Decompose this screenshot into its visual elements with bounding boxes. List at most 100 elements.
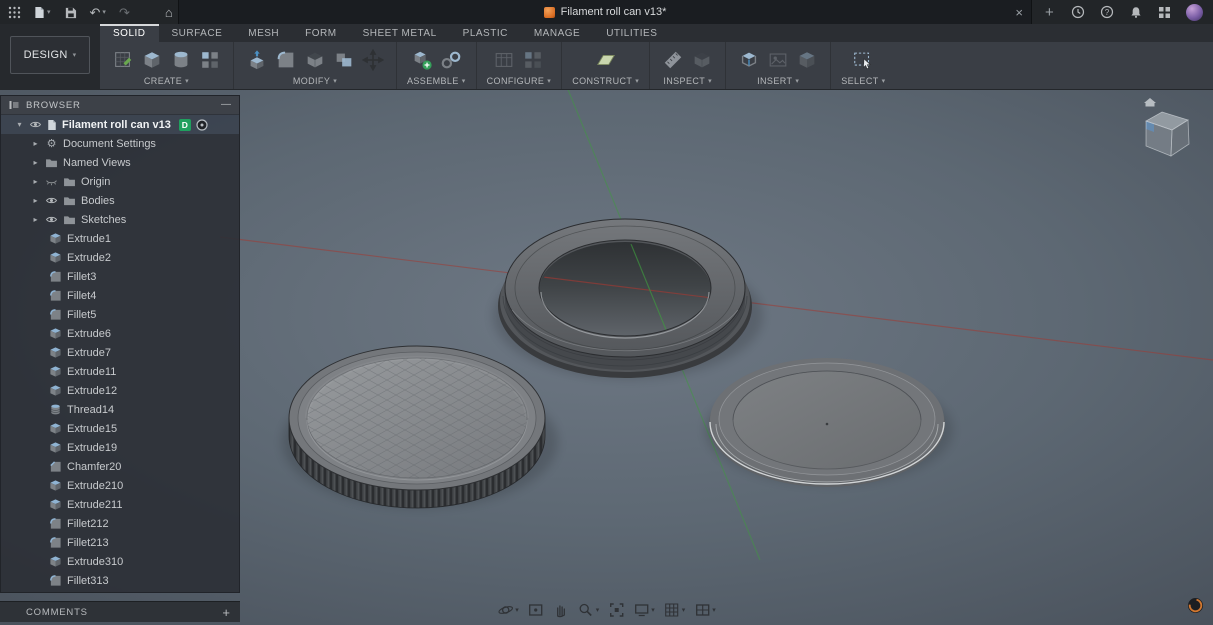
tree-item-sketches[interactable]: ▸ Sketches [1,210,239,229]
display-settings-tool[interactable]: ▾ [633,602,655,618]
modify-menu[interactable]: MODIFY▾ [293,76,337,86]
feature-row[interactable]: Fillet3 [1,267,239,286]
caret-right-icon[interactable]: ▸ [31,177,40,186]
combine-tool-icon[interactable] [331,47,357,73]
tab-sheet-metal[interactable]: SHEET METAL [350,24,450,42]
feature-row[interactable]: Fillet4 [1,286,239,305]
tab-surface[interactable]: SURFACE [159,24,236,42]
tab-manage[interactable]: MANAGE [521,24,593,42]
home-icon[interactable]: ⌂ [165,6,173,19]
extensions-grid-icon[interactable] [1158,6,1171,19]
tab-mesh[interactable]: MESH [235,24,292,42]
inspect-menu[interactable]: INSPECT▾ [663,76,712,86]
move-copy-icon[interactable] [360,47,386,73]
new-component-icon[interactable] [409,47,435,73]
caret-down-icon[interactable]: ▾ [15,120,24,129]
feature-row[interactable]: Extrude210 [1,476,239,495]
feature-row[interactable]: Chamfer20 [1,457,239,476]
orbit-tool[interactable]: ▾ [497,602,519,618]
insert-mesh-icon[interactable] [794,47,820,73]
tree-item-origin[interactable]: ▸ Origin [1,172,239,191]
comments-bar[interactable]: COMMENTS + [0,601,240,622]
press-pull-icon[interactable] [244,47,270,73]
caret-right-icon[interactable]: ▸ [31,139,40,148]
caret-right-icon[interactable]: ▸ [31,215,40,224]
help-icon[interactable]: ? [1100,5,1114,19]
minimize-panel-icon[interactable]: — [221,100,231,110]
tree-item-document-settings[interactable]: ▸ ⚙ Document Settings [1,134,239,153]
root-component-row[interactable]: ▾ Filament roll can v13 D [1,115,239,134]
close-tab-icon[interactable]: × [1015,0,1023,24]
select-tool-icon[interactable] [850,47,876,73]
file-menu-icon[interactable]: ▾ [34,6,51,19]
fillet-tool-icon[interactable] [273,47,299,73]
configuration-table-icon[interactable] [491,47,517,73]
feature-row[interactable]: Extrude6 [1,324,239,343]
pattern-tool-icon[interactable] [197,47,223,73]
feature-row[interactable]: Extrude11 [1,362,239,381]
undo-icon[interactable]: ↶ ▾ [90,6,106,19]
document-tab[interactable]: Filament roll can v13* × [178,0,1032,24]
decal-tool-icon[interactable] [765,47,791,73]
measure-tool-icon[interactable] [660,47,686,73]
feature-row[interactable]: Extrude2 [1,248,239,267]
create-menu[interactable]: CREATE▾ [144,76,189,86]
extrude-tool-icon[interactable] [139,47,165,73]
tab-plastic[interactable]: PLASTIC [450,24,521,42]
feature-row[interactable]: Extrude1 [1,229,239,248]
new-sketch-icon[interactable] [110,47,136,73]
look-at-tool[interactable] [528,602,544,618]
caret-right-icon[interactable]: ▸ [31,196,40,205]
revolve-tool-icon[interactable] [168,47,194,73]
visibility-eye-icon[interactable] [45,196,58,205]
visibility-eye-icon[interactable] [29,120,42,129]
section-analysis-icon[interactable] [689,47,715,73]
job-status-indicator[interactable] [1187,597,1204,619]
feature-row[interactable]: Fillet313 [1,571,239,590]
feature-row[interactable]: Fillet212 [1,514,239,533]
feature-row[interactable]: Extrude310 [1,552,239,571]
feature-row[interactable]: Extrude15 [1,419,239,438]
joint-tool-icon[interactable] [438,47,464,73]
configure-menu[interactable]: CONFIGURE▾ [487,76,552,86]
tab-form[interactable]: FORM [292,24,349,42]
user-avatar[interactable] [1186,4,1203,21]
add-comment-button[interactable]: + [222,605,230,620]
visibility-eye-off-icon[interactable] [45,177,58,186]
insert-derive-icon[interactable] [736,47,762,73]
notifications-bell-icon[interactable] [1129,5,1143,19]
dock-panel-icon[interactable] [9,100,19,110]
construction-plane-icon[interactable] [593,47,619,73]
feature-row[interactable]: Extrude211 [1,495,239,514]
caret-right-icon[interactable]: ▸ [31,158,40,167]
tree-item-bodies[interactable]: ▸ Bodies [1,191,239,210]
feature-row[interactable]: Extrude7 [1,343,239,362]
new-tab-icon[interactable]: + [1045,0,1054,24]
select-menu[interactable]: SELECT▾ [841,76,885,86]
assemble-menu[interactable]: ASSEMBLE▾ [407,76,466,86]
feature-row[interactable]: Fillet213 [1,533,239,552]
shell-tool-icon[interactable] [302,47,328,73]
grid-snaps-tool[interactable]: ▾ [664,602,686,618]
feature-row[interactable]: Extrude12 [1,381,239,400]
insert-menu[interactable]: INSERT▾ [757,76,799,86]
redo-icon[interactable]: ↷ [119,6,130,19]
feature-row[interactable]: Extrude19 [1,438,239,457]
tab-utilities[interactable]: UTILITIES [593,24,670,42]
app-grid-icon[interactable] [8,6,21,19]
configuration-theme-icon[interactable] [520,47,546,73]
workspace-switcher-button[interactable]: DESIGN ▾ [10,36,90,74]
browser-header[interactable]: BROWSER — [1,96,239,114]
save-icon[interactable] [64,6,77,19]
viewports-tool[interactable]: ▾ [694,602,716,618]
feature-row[interactable]: Fillet5 [1,305,239,324]
tab-solid[interactable]: SOLID [100,24,159,42]
zoom-tool[interactable]: ▾ [578,602,600,618]
fit-tool[interactable] [608,602,624,618]
tree-item-named-views[interactable]: ▸ Named Views [1,153,239,172]
visibility-eye-icon[interactable] [45,215,58,224]
feature-row[interactable]: Thread14 [1,400,239,419]
pan-tool[interactable] [553,602,569,618]
job-status-clock-icon[interactable] [1071,5,1085,19]
construct-menu[interactable]: CONSTRUCT▾ [572,76,639,86]
